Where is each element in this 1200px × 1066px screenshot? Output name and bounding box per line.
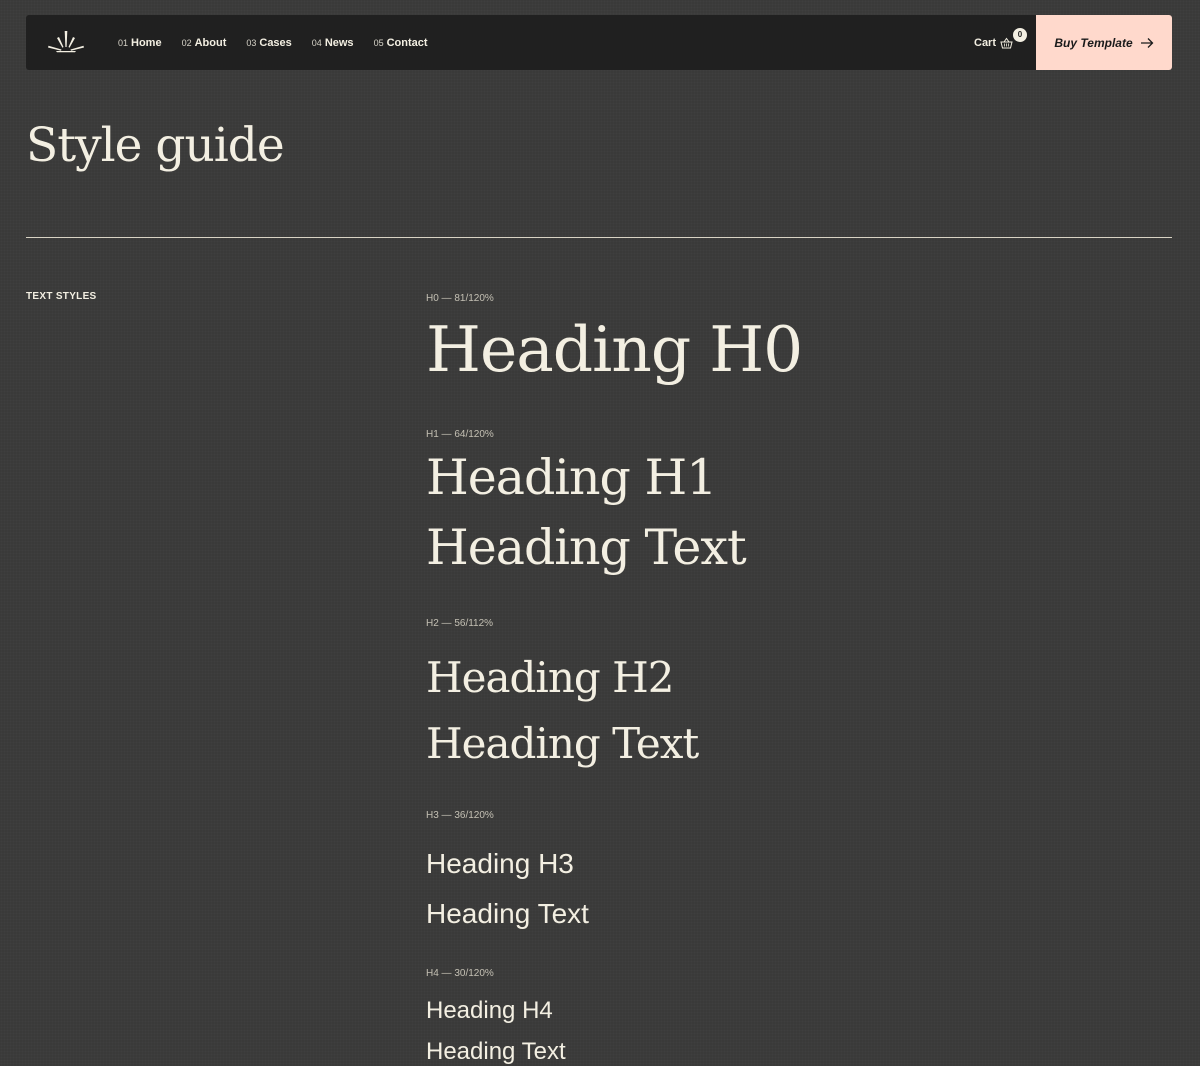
nav-link-label: News <box>324 36 354 49</box>
nav-link-contact[interactable]: 05 Contact <box>374 37 428 49</box>
nav-link-label: Cases <box>259 36 292 49</box>
nav-link-news[interactable]: 04 News <box>312 37 354 49</box>
section-divider <box>26 237 1172 238</box>
style-spec-h2: H2 — 56/112% <box>426 618 494 629</box>
brand-logo-icon[interactable] <box>46 29 86 55</box>
nav-link-cases[interactable]: 03 Cases <box>246 37 291 49</box>
buy-template-label: Buy Template <box>1054 35 1133 50</box>
basket-icon <box>1000 37 1013 48</box>
page-title: Style guide <box>26 118 285 173</box>
heading-h2-sample-line2: Heading Text <box>426 719 699 768</box>
style-spec-h4: H4 — 30/120% <box>426 968 494 979</box>
nav-link-number: 04 <box>311 37 322 48</box>
heading-h1-sample: Heading H1 <box>426 449 717 506</box>
top-navbar: 01 Home 02 About 03 Cases 04 News 05 Con… <box>26 15 1172 70</box>
cart-label: Cart <box>974 36 997 49</box>
nav-link-number: 01 <box>118 37 129 48</box>
heading-h0-sample: Heading H0 <box>426 313 803 386</box>
nav-link-label: Contact <box>386 36 428 49</box>
nav-links: 01 Home 02 About 03 Cases 04 News 05 Con… <box>118 15 448 70</box>
nav-link-home[interactable]: 01 Home <box>118 37 162 49</box>
cart-count-badge: 0 <box>1012 27 1028 43</box>
nav-link-about[interactable]: 02 About <box>182 37 227 49</box>
style-spec-h3: H3 — 36/120% <box>426 810 494 821</box>
buy-template-button[interactable]: Buy Template <box>1036 15 1172 70</box>
nav-link-number: 02 <box>181 37 192 48</box>
nav-link-label: Home <box>131 36 162 49</box>
heading-h3-sample: Heading H3 <box>426 848 574 879</box>
cart-button[interactable]: Cart 0 <box>974 15 1028 70</box>
section-label-text-styles: TEXT STYLES <box>26 291 97 302</box>
style-spec-h0: H0 — 81/120% <box>426 293 494 304</box>
heading-h3-sample-line2: Heading Text <box>426 898 589 929</box>
heading-h1-sample-line2: Heading Text <box>426 519 747 576</box>
heading-h4-sample-line2: Heading Text <box>426 1038 566 1065</box>
heading-h4-sample: Heading H4 <box>426 997 553 1024</box>
arrow-right-icon <box>1140 37 1154 48</box>
nav-link-label: About <box>194 36 227 49</box>
nav-link-number: 03 <box>246 37 257 48</box>
heading-h2-sample: Heading H2 <box>426 653 674 702</box>
style-spec-h1: H1 — 64/120% <box>426 429 494 440</box>
nav-link-number: 05 <box>373 37 384 48</box>
